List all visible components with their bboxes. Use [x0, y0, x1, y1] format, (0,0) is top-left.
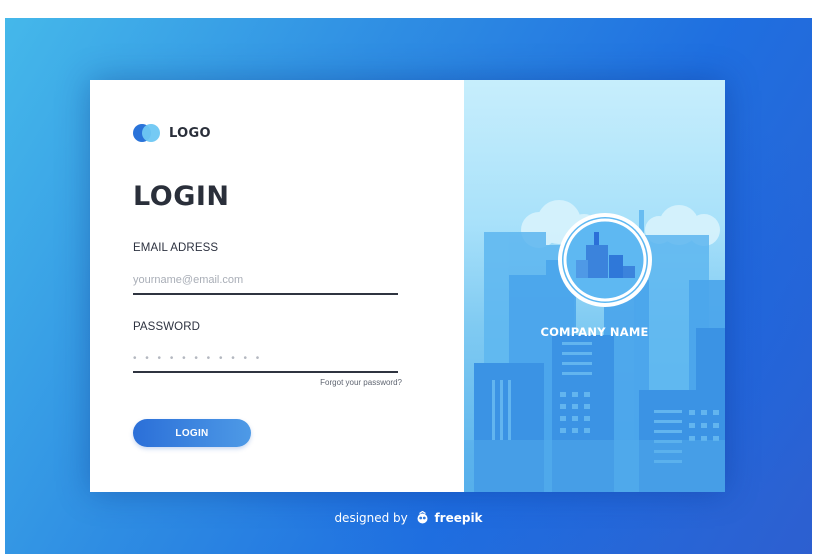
freepik-icon: [417, 511, 428, 524]
city-skyline-illustration: [464, 200, 725, 492]
page-title: LOGIN: [133, 181, 230, 212]
login-card: LOGO LOGIN EMAIL ADRESS PASSWORD Forgot …: [90, 80, 725, 492]
logo: LOGO: [133, 123, 211, 143]
page-background: LOGO LOGIN EMAIL ADRESS PASSWORD Forgot …: [5, 18, 812, 554]
email-label: EMAIL ADRESS: [133, 242, 219, 254]
login-form-panel: LOGO LOGIN EMAIL ADRESS PASSWORD Forgot …: [90, 80, 464, 492]
attribution: designed by freepik: [5, 511, 812, 525]
password-field[interactable]: [133, 345, 398, 373]
forgot-password-link[interactable]: Forgot your password?: [320, 378, 402, 387]
login-button[interactable]: LOGIN: [133, 419, 251, 447]
city-emblem-icon: [558, 213, 652, 307]
freepik-brand: freepik: [434, 511, 483, 525]
password-label: PASSWORD: [133, 321, 201, 333]
credit-prefix: designed by: [334, 511, 408, 525]
logo-text: LOGO: [169, 125, 211, 141]
illustration-panel: COMPANY NAME: [464, 80, 725, 492]
company-name: COMPANY NAME: [540, 325, 649, 339]
email-field[interactable]: [133, 267, 398, 295]
logo-icon: [133, 123, 161, 143]
